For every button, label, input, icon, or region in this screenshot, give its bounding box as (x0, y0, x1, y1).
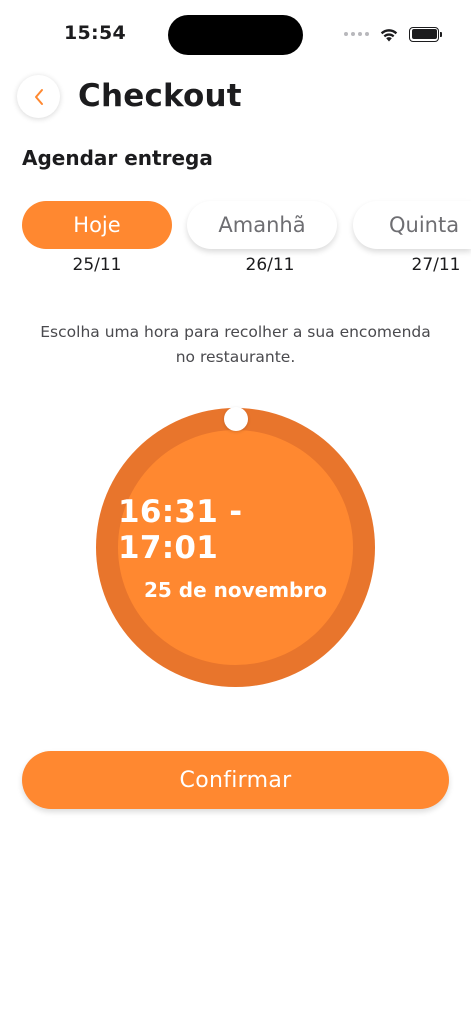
battery-icon (409, 26, 442, 42)
dynamic-island (168, 15, 303, 55)
checkout-screen: 15:54 Checkout Agendar entrega Hoje 25/1… (0, 0, 471, 1024)
day-date-today: 25/11 (72, 255, 122, 275)
day-date-thursday: 27/11 (411, 255, 461, 275)
wifi-icon (380, 28, 398, 41)
time-range: 16:31 - 17:01 (118, 493, 243, 566)
day-tab-today[interactable]: Hoje (22, 201, 172, 249)
page-title: Checkout (78, 78, 242, 114)
pickup-instruction: Escolha uma hora para recolher a sua enc… (40, 323, 431, 366)
confirm-button[interactable]: Confirmar (22, 751, 449, 809)
cellular-signal-icon (344, 32, 369, 36)
status-time: 15:54 (64, 22, 126, 44)
time-dial-handle[interactable] (224, 407, 248, 431)
status-icons (344, 24, 442, 44)
day-date-tomorrow: 26/11 (245, 255, 295, 275)
time-dial[interactable]: 16:31 - 17:01 25 de novembro (96, 408, 375, 687)
selected-date: 25 de novembro (144, 577, 327, 602)
time-dial-center: 16:31 - 17:01 25 de novembro (118, 430, 353, 665)
day-tab-tomorrow[interactable]: Amanhã (187, 201, 337, 249)
day-tab-thursday[interactable]: Quinta (353, 201, 471, 249)
section-title: Agendar entrega (22, 146, 213, 170)
chevron-left-icon (34, 88, 43, 105)
back-button[interactable] (17, 75, 60, 118)
